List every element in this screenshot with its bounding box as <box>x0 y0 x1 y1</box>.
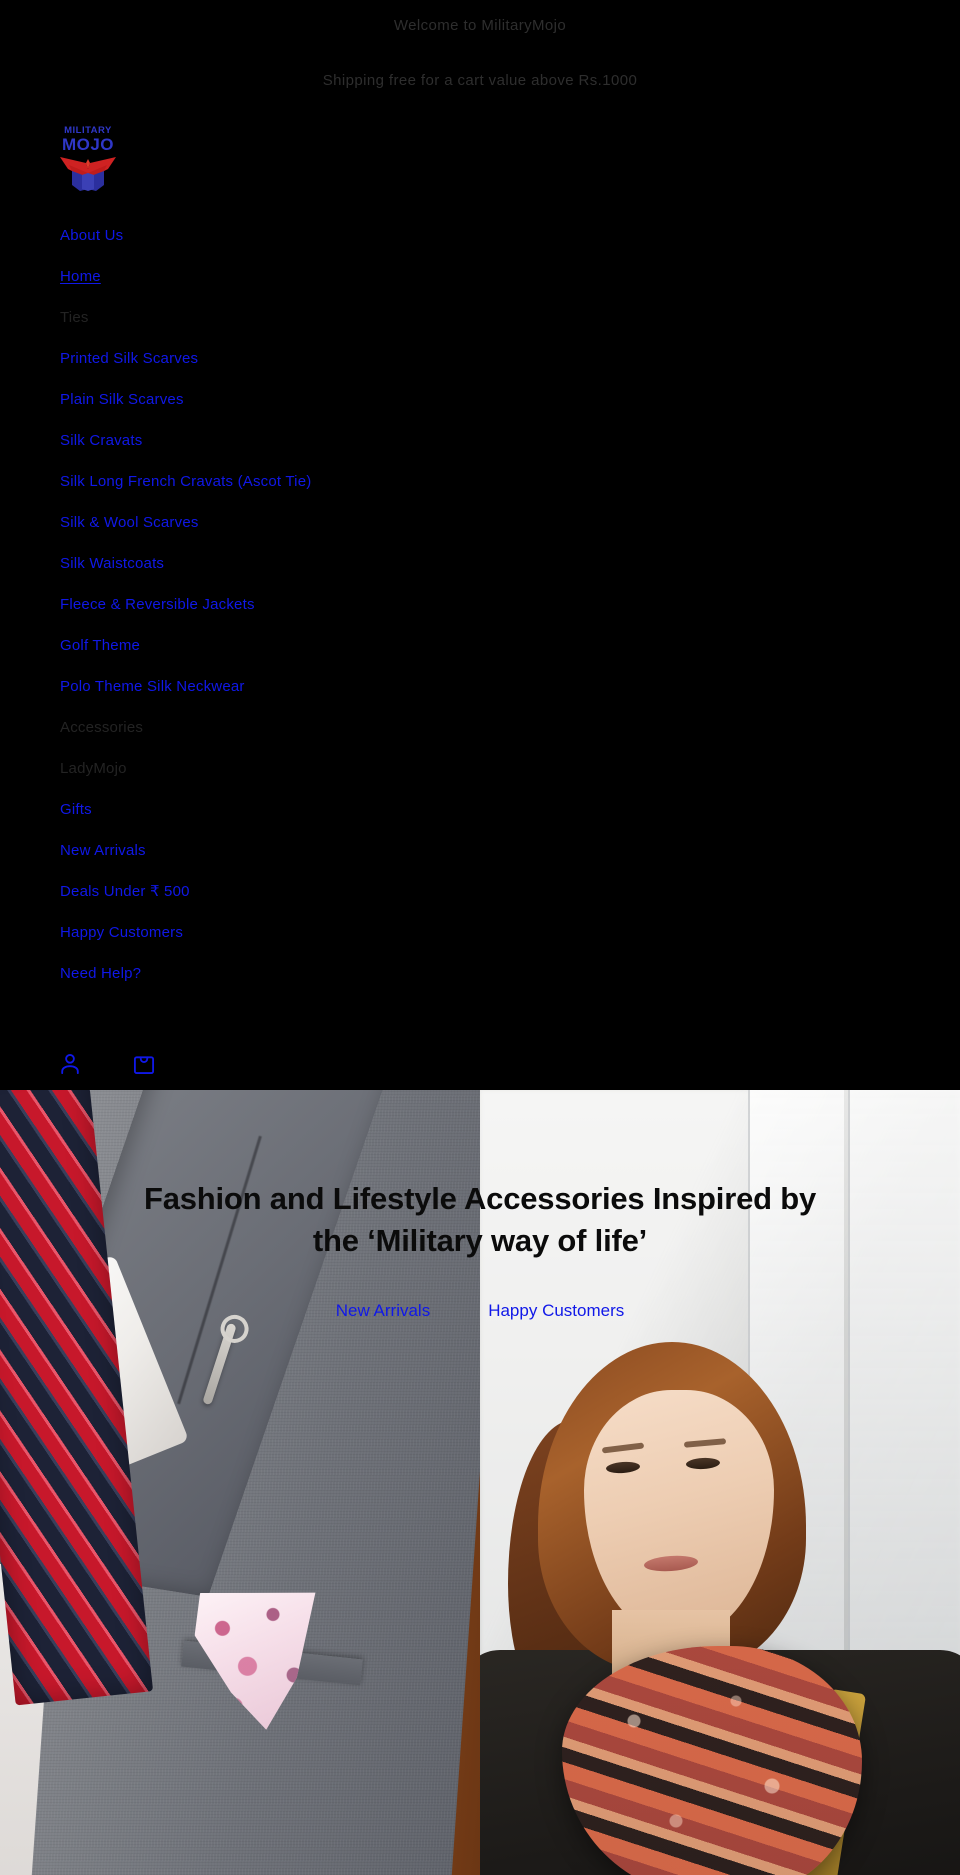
cart-icon <box>133 1056 155 1075</box>
militarymojo-logo-icon: MILITARY MOJO <box>60 125 116 191</box>
hero-content: Fashion and Lifestyle Accessories Inspir… <box>0 1178 960 1323</box>
hero-banner: Fashion and Lifestyle Accessories Inspir… <box>0 1090 960 1875</box>
nav-item-plain-silk-scarves[interactable]: Plain Silk Scarves <box>0 379 960 420</box>
hero-cta-new-arrivals[interactable]: New Arrivals <box>336 1299 430 1323</box>
nav-item-printed-silk-scarves[interactable]: Printed Silk Scarves <box>0 338 960 379</box>
logo-wrapper: MILITARY MOJO <box>0 119 960 197</box>
announcement-line-welcome: Welcome to MilitaryMojo <box>393 17 567 34</box>
nav-item-silk-and-wool-scarves[interactable]: Silk & Wool Scarves <box>0 502 960 543</box>
nav-item-polo-theme-silk-neckwear[interactable]: Polo Theme Silk Neckwear <box>0 666 960 707</box>
nav-item-silk-waistcoats[interactable]: Silk Waistcoats <box>0 543 960 584</box>
announcement-bar: Welcome to MilitaryMojo Shipping free fo… <box>0 0 960 97</box>
cart-button[interactable] <box>122 1042 166 1086</box>
hero-title: Fashion and Lifestyle Accessories Inspir… <box>143 1181 817 1258</box>
nav-item-deals-under-500[interactable]: Deals Under ₹ 500 <box>0 871 960 912</box>
nav-item-fleece-and-reversible-jackets[interactable]: Fleece & Reversible Jackets <box>0 584 960 625</box>
account-button[interactable] <box>48 1042 92 1086</box>
hero-cta-happy-customers[interactable]: Happy Customers <box>488 1299 624 1323</box>
photo-printed-scarf <box>562 1646 862 1875</box>
main-navigation: About Us Home Ties Printed Silk Scarves … <box>0 197 960 994</box>
nav-item-golf-theme[interactable]: Golf Theme <box>0 625 960 666</box>
announcement-line-shipping: Shipping free for a cart value above Rs.… <box>322 72 638 89</box>
nav-item-need-help[interactable]: Need Help? <box>0 953 960 994</box>
header-icon-row <box>0 994 960 1090</box>
nav-item-gifts[interactable]: Gifts <box>0 789 960 830</box>
nav-item-silk-long-french-cravats[interactable]: Silk Long French Cravats (Ascot Tie) <box>0 461 960 502</box>
nav-item-about-us[interactable]: About Us <box>0 215 960 256</box>
site-header: MILITARY MOJO About Us Home Ties Printed… <box>0 97 960 1090</box>
svg-text:MOJO: MOJO <box>62 135 114 154</box>
nav-item-new-arrivals[interactable]: New Arrivals <box>0 830 960 871</box>
nav-item-silk-cravats[interactable]: Silk Cravats <box>0 420 960 461</box>
nav-item-home[interactable]: Home <box>0 256 960 297</box>
hero-cta-group: New Arrivals Happy Customers <box>70 1299 890 1323</box>
nav-section-accessories: Accessories <box>60 719 144 736</box>
nav-section-ladymojo: LadyMojo <box>60 760 127 777</box>
nav-section-ties: Ties <box>60 309 89 326</box>
account-icon <box>61 1053 79 1075</box>
nav-item-happy-customers[interactable]: Happy Customers <box>0 912 960 953</box>
site-logo-link[interactable]: MILITARY MOJO <box>56 119 120 191</box>
